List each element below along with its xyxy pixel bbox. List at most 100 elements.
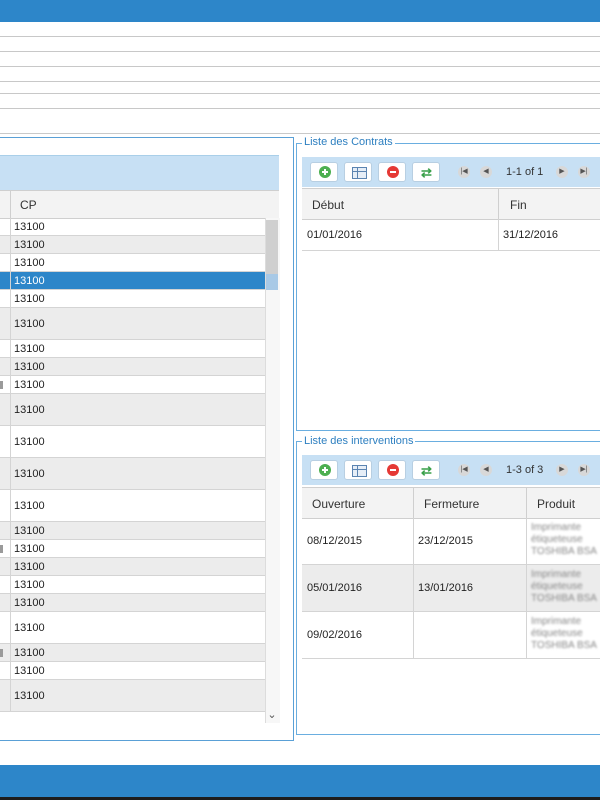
table-row[interactable]: 05/01/2016 13/01/2016 Imprimante étiqueteus… (302, 565, 600, 612)
refresh-button[interactable]: ⇄ (412, 162, 440, 182)
left-grid-column-header: CP (0, 190, 279, 219)
add-icon (319, 464, 331, 476)
prev-page-icon[interactable]: ◀ (480, 464, 492, 476)
column-header-fin[interactable]: Fin (510, 198, 527, 212)
table-row[interactable]: 13100 (0, 522, 265, 540)
cell-cp: 13100 (14, 467, 45, 480)
table-row[interactable]: 13100 (0, 458, 265, 490)
column-header-cp[interactable]: CP (20, 198, 37, 212)
delete-icon (387, 464, 399, 476)
first-page-icon[interactable]: |◀ (458, 166, 470, 178)
cell-cp: 13100 (14, 220, 45, 233)
page-info: 1-3 of 3 (506, 464, 544, 476)
table-row[interactable]: 08/12/2015 23/12/2015 Imprimante étiqueteus… (302, 518, 600, 565)
interventions-toolbar: ⇄ |◀ ◀ 1-3 of 3 ▶ ▶| (302, 455, 600, 485)
delete-button[interactable] (378, 460, 406, 480)
interventions-legend: Liste des interventions (302, 435, 416, 447)
contrats-toolbar: ⇄ |◀ ◀ 1-1 of 1 ▶ ▶| (302, 157, 600, 187)
left-grid-scrollbar[interactable] (265, 218, 280, 723)
table-row[interactable]: 13100 (0, 308, 265, 340)
cell-cp: 13100 (14, 542, 45, 555)
table-row[interactable]: 01/01/2016 31/12/2016 (302, 219, 600, 251)
cell-cp: 13100 (14, 256, 45, 269)
cell-cp: 13100 (14, 378, 45, 391)
column-header-fermeture[interactable]: Fermeture (424, 497, 479, 511)
next-page-icon[interactable]: ▶ (556, 464, 568, 476)
cell-cp: 13100 (14, 360, 45, 373)
refresh-icon: ⇄ (421, 165, 432, 180)
cell-cp: 13100 (14, 292, 45, 305)
delete-icon (387, 166, 399, 178)
table-row[interactable]: 13100 (0, 644, 265, 662)
cell-produit: Imprimante étiqueteuse TOSHIBA BSA (531, 569, 597, 605)
refresh-button[interactable]: ⇄ (412, 460, 440, 480)
add-button[interactable] (310, 162, 338, 182)
cell-cp: 13100 (14, 435, 45, 448)
cell-cp: 13100 (14, 621, 45, 634)
delete-button[interactable] (378, 162, 406, 182)
form-field-2[interactable] (0, 66, 600, 82)
cell-cp: 13100 (14, 342, 45, 355)
cell-produit-line: Imprimante (531, 616, 582, 627)
column-header-ouverture[interactable]: Ouverture (312, 497, 365, 511)
table-row[interactable]: 13100 (0, 358, 265, 376)
table-row[interactable]: 13100 (0, 490, 265, 522)
cell-produit-line: étiqueteuse (531, 628, 583, 639)
table-row[interactable]: 13100 (0, 376, 265, 394)
table-row[interactable]: 13100 (0, 218, 265, 236)
cell-cp: 13100 (14, 238, 45, 251)
add-icon (319, 166, 331, 178)
column-header-produit[interactable]: Produit (537, 497, 575, 511)
cell-fermeture: 13/01/2016 (418, 582, 474, 594)
cell-produit: Imprimante étiqueteuse TOSHIBA BSA (531, 522, 597, 558)
table-row[interactable]: 13100 (0, 558, 265, 576)
last-page-icon[interactable]: ▶| (578, 464, 590, 476)
cell-produit-line: TOSHIBA BSA (531, 546, 597, 557)
scrollbar-thumb[interactable] (266, 220, 278, 276)
last-page-icon[interactable]: ▶| (578, 166, 590, 178)
contrats-legend: Liste des Contrats (302, 136, 395, 148)
cell-cp: 13100 (14, 403, 45, 416)
cell-cp: 13100 (14, 524, 45, 537)
form-field-3[interactable] (0, 93, 600, 109)
cell-cp: 13100 (14, 274, 45, 287)
table-row[interactable]: 13100 (0, 254, 265, 272)
table-row[interactable]: 13100 (0, 340, 265, 358)
table-row[interactable]: 13100 (0, 680, 265, 712)
first-page-icon[interactable]: |◀ (458, 464, 470, 476)
table-row[interactable]: 13100 (0, 236, 265, 254)
columns-button[interactable] (344, 460, 372, 480)
columns-icon (352, 465, 367, 477)
table-row[interactable]: 13100 (0, 662, 265, 680)
cell-cp: 13100 (14, 317, 45, 330)
prev-page-icon[interactable]: ◀ (480, 166, 492, 178)
columns-button[interactable] (344, 162, 372, 182)
table-row[interactable]: 13100 (0, 394, 265, 426)
add-button[interactable] (310, 460, 338, 480)
cell-ouverture: 09/02/2016 (307, 629, 363, 641)
table-row[interactable]: 13100 (0, 426, 265, 458)
table-row[interactable]: 13100 (0, 612, 265, 644)
table-row[interactable]: 13100 (0, 272, 265, 290)
cell-produit-line: étiqueteuse (531, 581, 583, 592)
cell-produit-line: TOSHIBA BSA (531, 640, 597, 651)
cell-cp: 13100 (14, 664, 45, 677)
table-row[interactable]: 13100 (0, 594, 265, 612)
scroll-down-icon[interactable]: ⌄ (265, 708, 279, 722)
table-row[interactable]: 13100 (0, 540, 265, 558)
table-row[interactable]: 13100 (0, 290, 265, 308)
cell-produit-line: TOSHIBA BSA (531, 593, 597, 604)
row-marker (0, 380, 3, 389)
table-row[interactable]: 09/02/2016 Imprimante étiqueteuse TOSHIBA B… (302, 612, 600, 659)
columns-icon (352, 167, 367, 179)
page-info: 1-1 of 1 (506, 166, 544, 178)
contrats-column-header: Début Fin (302, 188, 600, 220)
cell-cp: 13100 (14, 596, 45, 609)
cell-fermeture: 23/12/2015 (418, 535, 474, 547)
cell-cp: 13100 (14, 499, 45, 512)
cell-debut: 01/01/2016 (307, 229, 363, 241)
column-header-debut[interactable]: Début (312, 198, 344, 212)
next-page-icon[interactable]: ▶ (556, 166, 568, 178)
table-row[interactable]: 13100 (0, 576, 265, 594)
form-field-1[interactable] (0, 36, 600, 52)
